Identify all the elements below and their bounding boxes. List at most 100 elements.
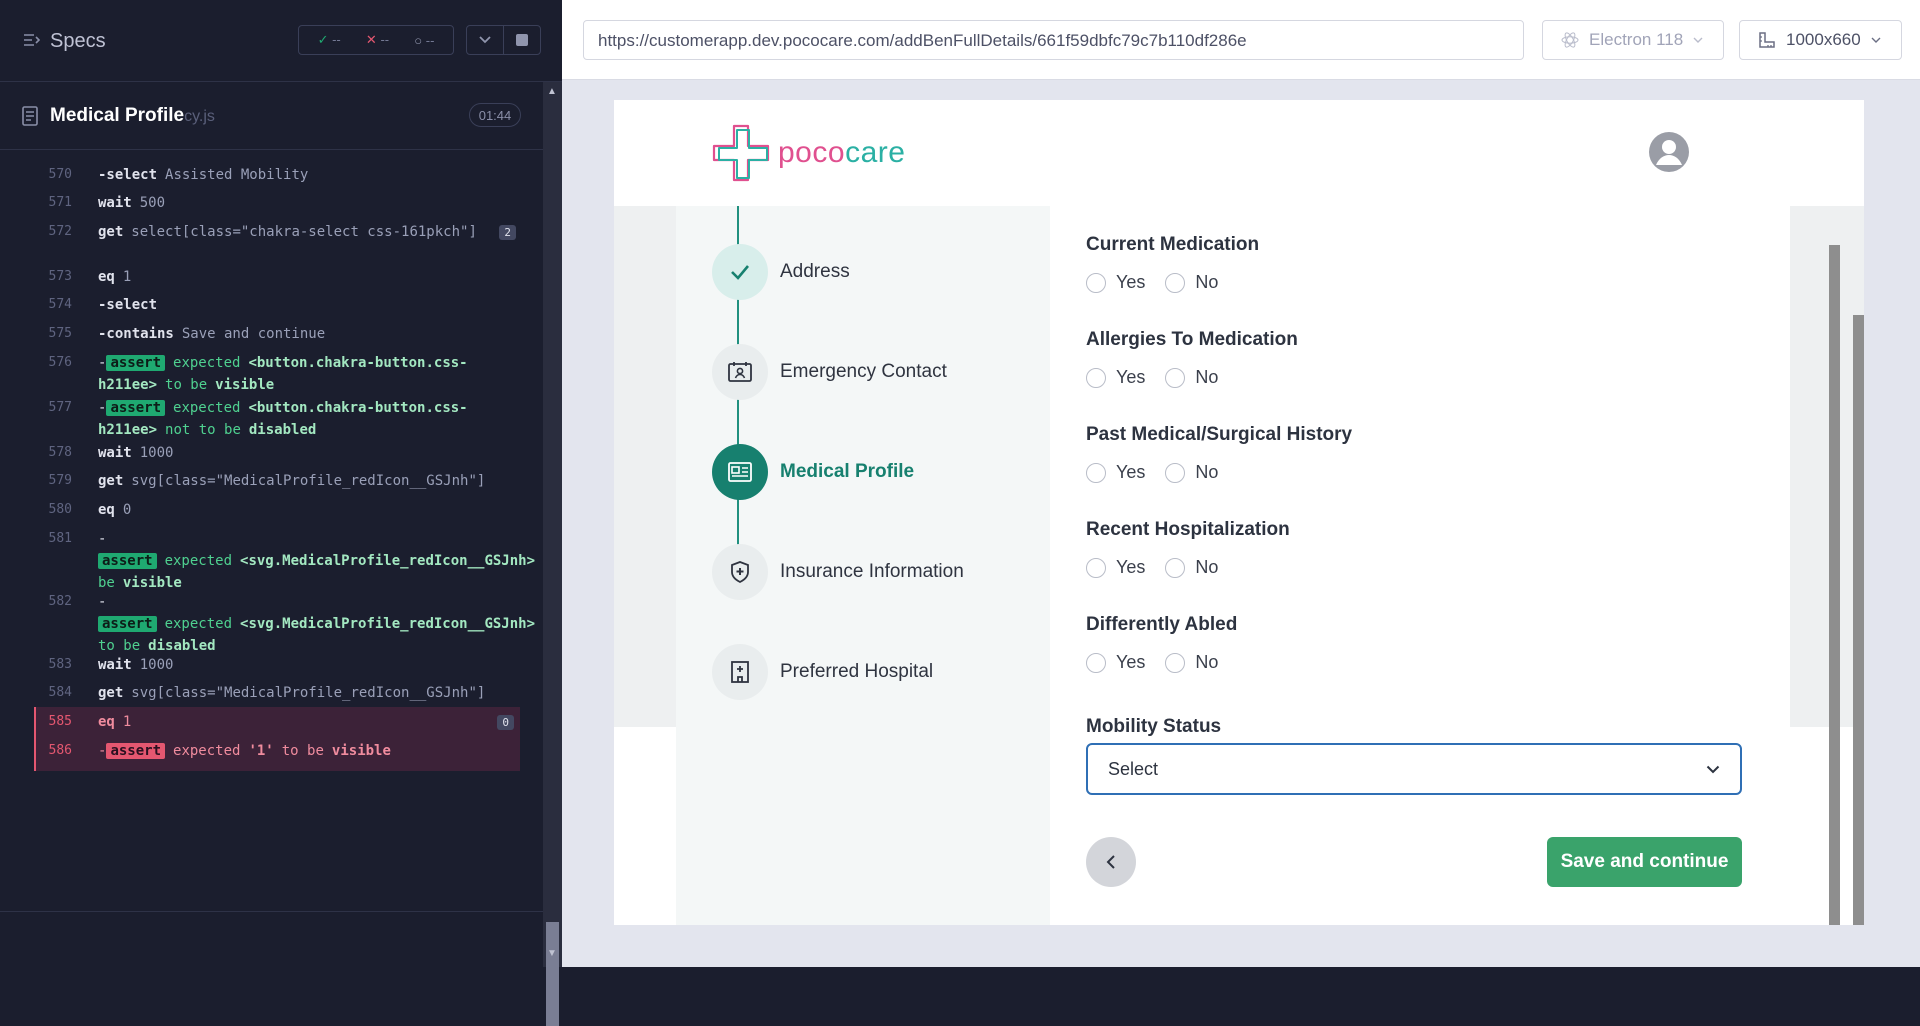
- runner-footer: [0, 911, 543, 967]
- step-address[interactable]: Address: [712, 244, 850, 300]
- mobility-status-select[interactable]: Select: [1086, 743, 1742, 795]
- form-scrollbar[interactable]: [1829, 245, 1840, 925]
- radio-option-yes[interactable]: Yes: [1086, 272, 1145, 293]
- command-argument: 1000: [139, 657, 174, 673]
- specs-list-icon[interactable]: [22, 31, 40, 49]
- chevron-down-icon: [1871, 37, 1881, 43]
- form-scrollbar-thumb[interactable]: [1829, 245, 1840, 925]
- radio-option-no[interactable]: No: [1165, 652, 1218, 673]
- save-and-continue-button[interactable]: Save and continue: [1547, 837, 1742, 887]
- command-body: - assert expected <button.chakra-button.css…: [98, 352, 522, 396]
- electron-icon: [1561, 32, 1579, 48]
- radio-no[interactable]: [1165, 557, 1186, 578]
- step-medical-profile[interactable]: Medical Profile: [712, 444, 914, 500]
- question-label: Past Medical/Surgical History: [1086, 424, 1353, 445]
- radio-yes[interactable]: [1086, 462, 1106, 483]
- radio-option-no[interactable]: No: [1165, 557, 1218, 578]
- back-button[interactable]: [1086, 837, 1136, 887]
- radio-option-yes[interactable]: Yes: [1086, 652, 1145, 673]
- question-allergies-to-medication: Allergies To Medication Yes No: [1086, 329, 1298, 388]
- step-emergency-contact[interactable]: Emergency Contact: [712, 344, 947, 400]
- assert-subject: <svg.MedicalProfile_redIcon__GSJnh>: [240, 616, 536, 632]
- command-name: wait: [98, 445, 132, 461]
- assert-tag: assert: [106, 355, 166, 371]
- url-bar[interactable]: https://customerapp.dev.pococare.com/add…: [583, 20, 1524, 60]
- command-row[interactable]: 586- assert expected '1' to be visible: [34, 736, 520, 771]
- app-under-test-panel: https://customerapp.dev.pococare.com/add…: [562, 0, 1920, 967]
- failed-count: ✕ --: [366, 32, 389, 48]
- radio-option-yes[interactable]: Yes: [1086, 367, 1145, 388]
- radio-option-no[interactable]: No: [1165, 462, 1218, 483]
- command-row[interactable]: 572 get select[class="chakra-select css-16…: [36, 217, 522, 252]
- command-number: 584: [48, 685, 72, 700]
- command-argument: Save and continue: [181, 326, 326, 342]
- command-number: 570: [48, 167, 72, 182]
- page-scrollbar-thumb[interactable]: [1853, 315, 1864, 925]
- radio-yes[interactable]: [1086, 367, 1106, 388]
- step-label: Medical Profile: [780, 461, 915, 482]
- runner-header: Specs ✓ -- ✕ -- ○ --: [0, 0, 562, 82]
- logo-text-care: care: [845, 136, 906, 169]
- radio-yes[interactable]: [1086, 557, 1106, 578]
- specs-label[interactable]: Specs: [50, 30, 106, 53]
- command-number: 578: [48, 445, 72, 460]
- logo-cross-icon: [712, 124, 770, 182]
- assert-tag: assert: [106, 743, 166, 759]
- radio-no[interactable]: [1165, 367, 1186, 388]
- assert-matcher: to be: [165, 377, 208, 393]
- assert-expected: expected: [164, 553, 233, 569]
- command-number: 571: [48, 195, 72, 210]
- contact-card-icon: [712, 344, 768, 400]
- radio-label: Yes: [1116, 462, 1146, 482]
- spec-title-row: Medical Profilecy.js 01:44: [0, 82, 543, 150]
- step-label: Emergency Contact: [780, 361, 947, 382]
- radio-no[interactable]: [1165, 652, 1186, 673]
- options-dropdown-button[interactable]: [466, 25, 504, 55]
- radio-no[interactable]: [1165, 272, 1186, 293]
- assert-subject: '1': [248, 743, 274, 759]
- element-count-badge: 2: [499, 225, 516, 240]
- radio-group: Yes No: [1086, 367, 1298, 388]
- command-number: 579: [48, 473, 72, 488]
- scroll-down-arrow-icon[interactable]: ▼: [547, 948, 557, 959]
- viewport-selector[interactable]: 1000x660: [1739, 20, 1902, 60]
- check-icon: ✓: [317, 32, 329, 47]
- radio-option-yes[interactable]: Yes: [1086, 557, 1145, 578]
- step-insurance-information[interactable]: Insurance Information: [712, 544, 964, 600]
- question-label: Recent Hospitalization: [1086, 519, 1290, 540]
- command-name: eq: [98, 502, 115, 518]
- user-avatar-icon[interactable]: [1648, 131, 1690, 173]
- command-argument: svg[class="MedicalProfile_redIcon__GSJnh…: [131, 685, 486, 701]
- command-log-scrollbar[interactable]: ▲ ▼: [543, 82, 562, 1026]
- stop-button[interactable]: [503, 25, 541, 55]
- scroll-up-arrow-icon[interactable]: ▲: [547, 86, 557, 97]
- spec-name-text: Medical Profile: [50, 105, 185, 126]
- question-label: Current Medication: [1086, 234, 1260, 255]
- viewport-size: 1000x660: [1786, 30, 1861, 49]
- radio-yes[interactable]: [1086, 652, 1106, 673]
- radio-option-no[interactable]: No: [1165, 272, 1218, 293]
- mobility-select-value: Select: [1108, 758, 1159, 779]
- scrollbar-thumb[interactable]: [546, 922, 559, 1026]
- cypress-runner-panel: Specs ✓ -- ✕ -- ○ -- Medical Profilecy.j…: [0, 0, 568, 1026]
- question-current-medication: Current Medication Yes No: [1086, 234, 1259, 293]
- command-argument: svg[class="MedicalProfile_redIcon__GSJnh…: [131, 473, 486, 489]
- passed-count: ✓ --: [318, 32, 341, 48]
- assert-value: visible: [215, 377, 275, 393]
- command-body: -contains Save and continue: [98, 323, 522, 345]
- radio-option-yes[interactable]: Yes: [1086, 462, 1145, 483]
- pococare-app: pococare Address Emergency Contact Medical…: [614, 100, 1864, 925]
- step-label: Preferred Hospital: [780, 661, 934, 682]
- command-argument: 1: [122, 714, 132, 730]
- radio-yes[interactable]: [1086, 272, 1106, 293]
- question-past-medical-surgical-history: Past Medical/Surgical History Yes No: [1086, 424, 1352, 483]
- step-preferred-hospital[interactable]: Preferred Hospital: [712, 644, 933, 700]
- radio-option-no[interactable]: No: [1165, 367, 1218, 388]
- radio-no[interactable]: [1165, 462, 1186, 483]
- assert-value: visible: [331, 743, 391, 759]
- assert-expected: expected: [173, 743, 241, 759]
- failed-value: --: [380, 32, 390, 47]
- pococare-logo[interactable]: pococare: [710, 122, 905, 184]
- pending-value: --: [425, 32, 435, 48]
- browser-selector[interactable]: Electron 118: [1542, 20, 1724, 60]
